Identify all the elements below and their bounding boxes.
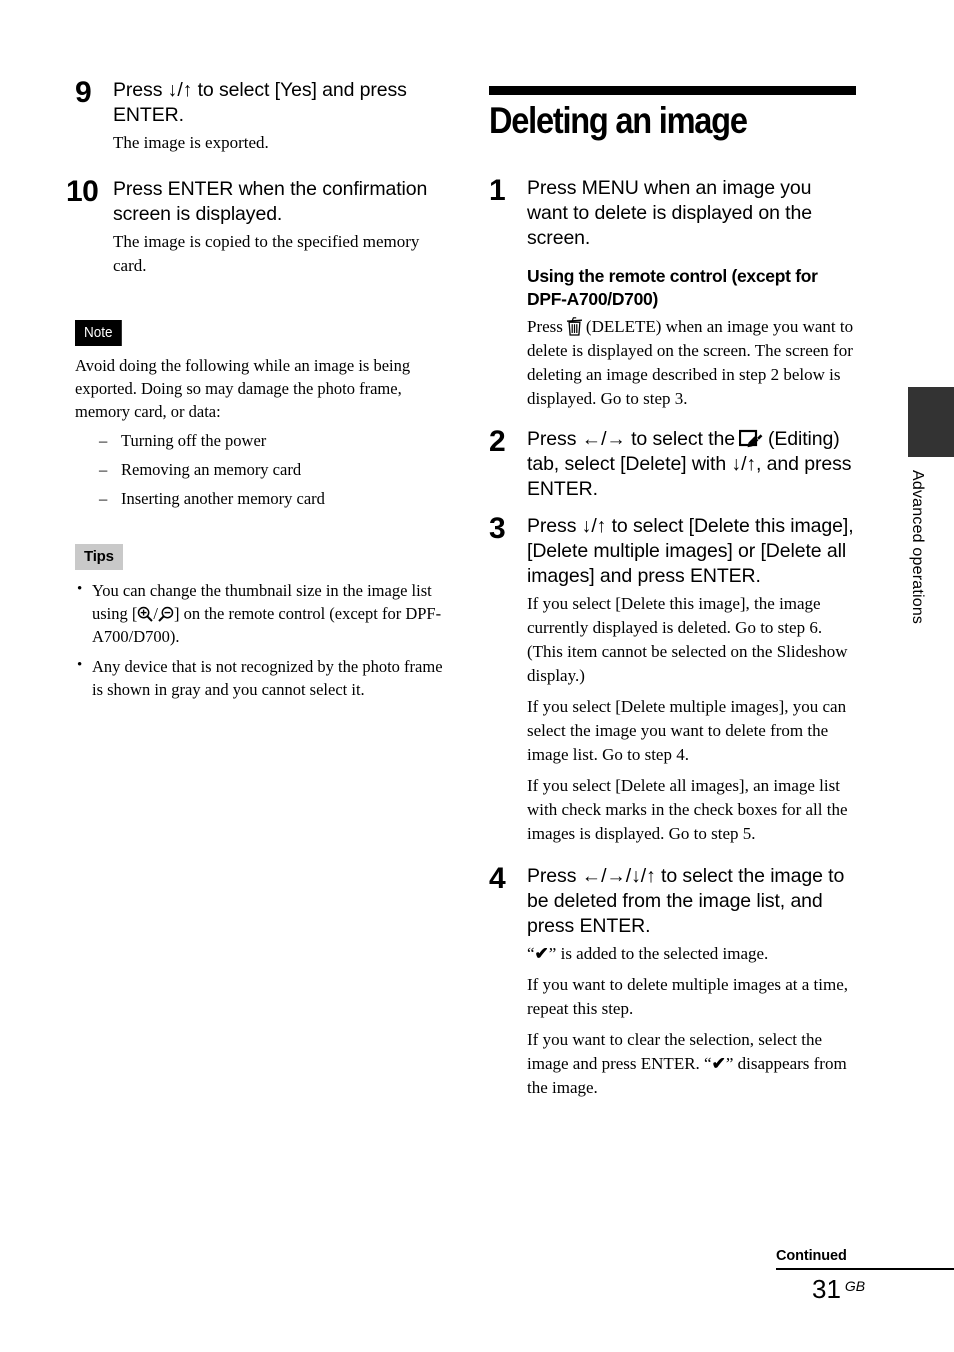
step-detail: If you select [Delete multiple images], … [527,697,847,764]
step-number: 3 [489,512,506,545]
step-detail: If you select [Delete this image], the i… [527,594,848,685]
step-detail: The image is exported. [113,133,269,152]
tips-item-list: You can change the thumbnail size in the… [75,578,455,701]
manual-page: 9 Press ↓/↑ to select [Yes] and press EN… [0,0,954,1352]
step-10: 10 Press ENTER when the confirmation scr… [66,177,455,278]
step-3: 3 Press ↓/↑ to select [Delete this image… [489,514,856,846]
page-number: 31 GB [776,1270,954,1305]
trash-icon [566,317,583,336]
right-column: Deleting an image 1 Press MENU when an i… [489,86,856,1110]
page-number-value: 31 [812,1274,841,1304]
step-instruction: Press ENTER when the confirmation screen… [113,178,428,225]
editing-tab-icon [738,429,764,449]
page-footer: Continued 31 GB [776,1248,954,1305]
continued-label: Continued [776,1248,847,1264]
list-item: You can change the thumbnail size in the… [75,578,455,648]
step-4: 4 Press ←/→/↓/↑ to select the image to b… [489,864,856,1100]
quote-open: “ [527,944,535,963]
step-detail: If you want to delete multiple images at… [527,975,849,1018]
step-number: 2 [489,425,506,458]
note-badge: Note [75,320,122,346]
step-detail: If you select [Delete all images], an im… [527,776,848,843]
step-instruction: Press ←/→ to select the (Editing) tab, se… [527,427,856,502]
step-number: 1 [489,174,506,207]
check-mark-icon: ✔ [534,944,549,963]
step2-text-part1: Press ←/→ to select the [527,428,735,450]
step-instruction: Press MENU when an image you want to del… [527,177,812,249]
step-instruction: Press ←/→/↓/↑ to select the image to be … [527,865,845,937]
step-instruction: Press ↓/↑ to select [Delete this image],… [527,515,854,587]
step-2: 2 Press ←/→ to select the (Editing) tab, … [489,427,856,502]
detail-text: ” is added to the selected image. [548,944,769,963]
page-region-label: GB [844,1278,866,1294]
remote-control-body: Press (DELETE) when an image you want to … [527,315,856,411]
list-item: Removing an memory card [75,458,455,481]
step-9: 9 Press ↓/↑ to select [Yes] and press EN… [75,78,455,155]
step-number: 4 [489,862,506,895]
remote-body-part1: Press [527,317,563,336]
note-item-list: Turning off the power Removing an memory… [75,429,455,510]
note-body: Avoid doing the following while an image… [75,356,411,421]
left-column: 9 Press ↓/↑ to select [Yes] and press EN… [66,78,455,708]
magnifier-plus-icon [137,605,154,622]
list-item: Inserting another memory card [75,487,455,510]
list-item: Any device that is not recognized by the… [75,654,455,701]
tips-block: Tips You can change the thumbnail size i… [75,544,455,701]
page-title: Deleting an image [489,100,748,141]
chapter-tab-marker [908,387,954,457]
tips-badge: Tips [75,544,123,570]
step-instruction: Press ↓/↑ to select [Yes] and press ENTE… [113,79,407,126]
magnifier-minus-icon [158,605,174,622]
remote-control-heading: Using the remote control (except for DPF… [527,266,818,309]
check-mark-icon: ✔ [711,1054,726,1073]
step-detail: If you want to clear the selection, sele… [527,1028,856,1100]
chapter-tab-label: Advanced operations [909,470,926,625]
step-number: 9 [75,76,92,109]
step-number: 10 [66,175,99,208]
list-item: Turning off the power [75,429,455,452]
step-1: 1 Press MENU when an image you want to d… [489,176,856,411]
step-detail: The image is copied to the specified mem… [113,232,420,275]
step-detail: “✔” is added to the selected image. [527,942,856,966]
section-rule [489,86,856,95]
note-block: Note Avoid doing the following while an … [75,320,455,510]
